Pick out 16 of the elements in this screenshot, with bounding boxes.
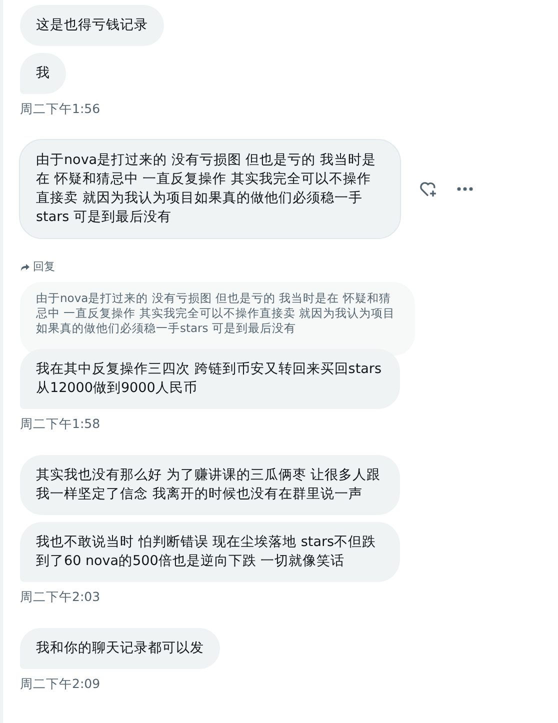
message-timestamp: 周二下午2:03 — [20, 589, 102, 606]
message-bubble: 其实我也没有那么好 为了赚讲课的三瓜俩枣 让很多人跟我一样坚定了信念 我离开的时候也没有在群里说一声 — [20, 455, 400, 515]
message-bubble: 我和你的聊天记录都可以发 — [20, 628, 220, 669]
more-icon[interactable] — [456, 186, 474, 192]
reply-label: 回复 — [33, 259, 55, 274]
message-bubble: 我在其中反复操作三四次 跨链到币安又转回来买回stars 从12000做到9000人民币 — [20, 349, 400, 409]
reply-arrow-icon — [20, 262, 30, 272]
message-timestamp: 周二下午1:56 — [20, 101, 102, 118]
message-bubble: 我 — [20, 53, 66, 94]
message-timestamp: 周二下午2:09 — [20, 676, 102, 693]
quoted-message: 由于nova是打过来的 没有亏损图 但也是亏的 我当时是在 怀疑和猜忌中 一直反复操作 其实我完全可以不操作直接卖 就因为我认为项目如果真的做他们必须稳一手stars 可是到最后没有 — [20, 282, 415, 356]
add-reaction-icon[interactable] — [418, 179, 438, 199]
message-bubble: 我也不敢说当时 怕判断错误 现在尘埃落地 stars不但跌到了60 nova的500倍也是逆向下跌 一切就像笑话 — [20, 522, 400, 582]
message-timestamp: 周二下午1:58 — [20, 416, 102, 433]
message-bubble: 由于nova是打过来的 没有亏损图 但也是亏的 我当时是在 怀疑和猜忌中 一直反复操作 其实我完全可以不操作直接卖 就因为我认为项目如果真的做他们必须稳一手stars 可是到最后没有 — [20, 140, 400, 238]
message-bubble: 这是也得亏钱记录 — [20, 5, 164, 46]
